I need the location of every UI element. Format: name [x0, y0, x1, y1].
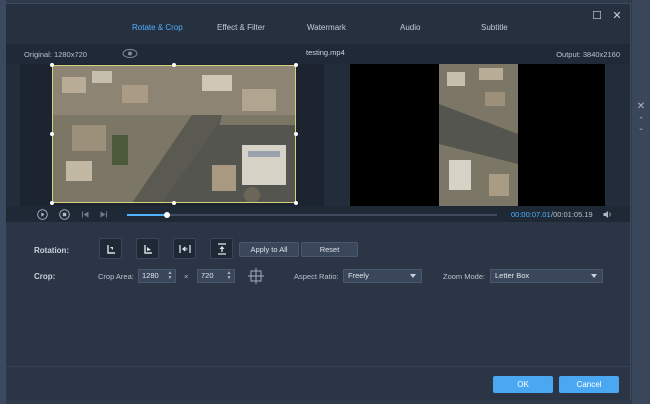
crop-frame[interactable]	[50, 63, 298, 205]
apply-to-all-button[interactable]: Apply to All	[239, 242, 299, 257]
player-bar: 00:00:07.01 /00:01:05.19	[6, 206, 630, 222]
total-time: /00:01:05.19	[551, 210, 593, 219]
file-name: testing.mp4	[306, 48, 345, 57]
crop-handle[interactable]	[294, 63, 298, 67]
flip-vertical-button[interactable]	[210, 238, 233, 259]
rotate-left-icon	[107, 245, 115, 254]
crop-width-input[interactable]: 1280 ▲ ▼	[138, 269, 176, 283]
tab-bar: Rotate & Crop Effect & Filter Watermark …	[6, 4, 630, 46]
crop-handle[interactable]	[294, 201, 298, 205]
preview-area	[6, 63, 630, 206]
rotation-label: Rotation:	[34, 246, 70, 255]
edit-dialog: Rotate & Crop Effect & Filter Watermark …	[5, 3, 631, 400]
dialog-footer: OK Cancel	[6, 366, 630, 400]
crop-handle[interactable]	[50, 132, 54, 136]
progress-knob[interactable]	[163, 212, 170, 218]
chevron-down-icon	[591, 274, 597, 278]
zoom-mode-label: Zoom Mode:	[443, 272, 486, 281]
original-resolution: Original: 1280x720	[24, 50, 87, 59]
aspect-ratio-value: Freely	[348, 271, 369, 280]
info-bar: Original: 1280x720 testing.mp4 Output: 3…	[6, 44, 630, 64]
crop-label: Crop:	[34, 272, 56, 281]
height-spinner-icon[interactable]: ▲ ▼	[226, 271, 232, 281]
flip-vertical-icon	[218, 243, 226, 255]
crop-width-value: 1280	[142, 271, 159, 280]
progress-fill	[127, 214, 167, 216]
stop-icon[interactable]	[59, 209, 70, 220]
original-preview	[20, 63, 324, 206]
tab-rotate-crop[interactable]: Rotate & Crop	[132, 23, 183, 32]
previous-icon[interactable]	[80, 209, 91, 220]
rotate-left-button[interactable]	[99, 238, 122, 259]
chevron-down-icon	[410, 274, 416, 278]
tab-subtitle[interactable]: Subtitle	[481, 23, 508, 32]
play-icon[interactable]	[37, 209, 48, 220]
crop-height-value: 720	[201, 271, 214, 280]
tab-audio[interactable]: Audio	[400, 23, 420, 32]
crop-area-label: Crop Area:	[98, 272, 134, 281]
crop-handle[interactable]	[172, 201, 176, 205]
aspect-ratio-select[interactable]: Freely	[343, 269, 422, 283]
current-time: 00:00:07.01	[511, 210, 551, 219]
rotate-right-button[interactable]	[136, 238, 159, 259]
times-sign: ×	[184, 272, 189, 281]
zoom-mode-select[interactable]: Letter Box	[490, 269, 603, 283]
next-icon[interactable]	[98, 209, 109, 220]
ok-button[interactable]: OK	[493, 376, 553, 393]
output-video-frame	[439, 64, 518, 206]
volume-icon[interactable]	[602, 209, 613, 220]
width-spinner-icon[interactable]: ▲ ▼	[167, 271, 173, 281]
maximize-icon[interactable]: ☐	[591, 10, 603, 22]
output-resolution: Output: 3840x2160	[556, 50, 620, 59]
output-preview	[350, 64, 605, 206]
crop-handle[interactable]	[172, 63, 176, 67]
chevron-down-icon[interactable]: ⌄	[636, 124, 646, 134]
reset-button[interactable]: Reset	[301, 242, 358, 257]
eye-icon[interactable]	[122, 48, 138, 59]
progress-slider[interactable]	[127, 212, 497, 218]
cancel-button[interactable]: Cancel	[559, 376, 619, 393]
tab-effect-filter[interactable]: Effect & Filter	[217, 23, 265, 32]
crop-handle[interactable]	[50, 63, 54, 67]
zoom-mode-value: Letter Box	[495, 271, 530, 280]
crosshair-icon[interactable]	[247, 267, 265, 285]
rotate-right-icon	[144, 245, 152, 254]
crop-height-input[interactable]: 720 ▲ ▼	[197, 269, 235, 283]
crop-handle[interactable]	[294, 132, 298, 136]
close-icon[interactable]: ✕	[636, 102, 646, 112]
tab-watermark[interactable]: Watermark	[307, 23, 346, 32]
app-right-strip: ✕ ⌃ ⌄	[632, 0, 650, 404]
flip-horizontal-icon	[179, 245, 191, 253]
flip-horizontal-button[interactable]	[173, 238, 196, 259]
crop-handle[interactable]	[50, 201, 54, 205]
close-icon[interactable]: ✕	[611, 10, 623, 22]
aspect-ratio-label: Aspect Ratio:	[294, 272, 339, 281]
